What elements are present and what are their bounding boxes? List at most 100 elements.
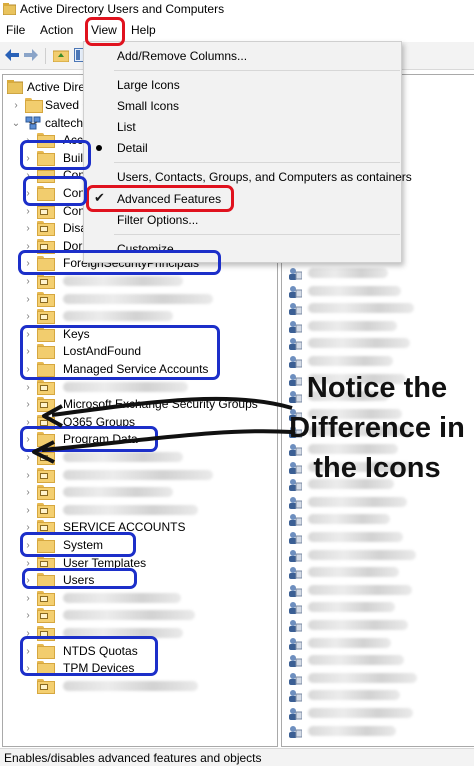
chevron-right-icon[interactable]: › <box>23 206 33 217</box>
annotation-line: Difference in <box>289 412 465 444</box>
user-icon <box>288 689 303 702</box>
list-item[interactable] <box>286 529 474 546</box>
redacted-label <box>308 620 408 630</box>
computers-highlight <box>23 176 87 206</box>
redacted-label <box>308 550 416 560</box>
ou-badge-icon <box>40 613 48 619</box>
list-item[interactable] <box>286 494 474 511</box>
menu-small-icons[interactable]: Small Icons <box>84 96 401 116</box>
redacted-label <box>308 321 397 331</box>
menu-help[interactable]: Help <box>131 23 156 37</box>
arrow-right-icon <box>24 49 38 61</box>
tree-item[interactable]: › <box>3 590 277 607</box>
redacted-label <box>308 567 399 577</box>
tree-item[interactable]: › <box>3 291 277 308</box>
redacted-label <box>63 505 198 515</box>
ou-badge-icon <box>40 508 48 514</box>
redacted-label <box>63 593 181 603</box>
list-item[interactable] <box>286 335 474 352</box>
user-icon <box>288 619 303 632</box>
list-item[interactable] <box>286 300 474 317</box>
back-button[interactable] <box>4 47 20 63</box>
system-highlight <box>20 532 136 557</box>
chevron-right-icon[interactable]: › <box>23 505 33 516</box>
chevron-down-icon[interactable]: ⌄ <box>11 118 21 129</box>
menu-item-label: Large Icons <box>117 78 180 92</box>
forward-button[interactable] <box>23 47 39 63</box>
organizational-unit-icon <box>37 292 55 307</box>
menu-separator <box>114 234 400 235</box>
user-icon <box>288 320 303 333</box>
list-item[interactable] <box>286 652 474 669</box>
list-item[interactable] <box>286 635 474 652</box>
organizational-unit-icon <box>37 503 55 518</box>
radio-bullet-icon <box>96 145 102 151</box>
redacted-label <box>308 602 395 612</box>
list-item[interactable] <box>286 670 474 687</box>
redacted-label <box>63 294 213 304</box>
list-item[interactable] <box>286 687 474 704</box>
menu-large-icons[interactable]: Large Icons <box>84 75 401 95</box>
user-icon <box>288 496 303 509</box>
menu-action[interactable]: Action <box>40 23 73 37</box>
list-item[interactable] <box>286 511 474 528</box>
chevron-right-icon[interactable]: › <box>23 223 33 234</box>
toolbar-separator <box>45 48 46 64</box>
chevron-right-icon[interactable]: › <box>23 294 33 305</box>
view-menu-dropdown: Add/Remove Columns... Large Icons Small … <box>83 41 412 263</box>
up-folder-button[interactable] <box>53 47 69 63</box>
chevron-right-icon[interactable]: › <box>23 593 33 604</box>
menu-item-label: Small Icons <box>117 99 180 113</box>
menu-add-remove-columns[interactable]: Add/Remove Columns... <box>84 46 401 66</box>
tree-item[interactable]: › <box>3 502 277 519</box>
list-item[interactable] <box>286 564 474 581</box>
list-item[interactable] <box>286 599 474 616</box>
menu-item-label: Detail <box>117 141 148 155</box>
menu-view[interactable]: View <box>91 23 117 37</box>
redacted-label <box>308 690 400 700</box>
redacted-label <box>308 303 414 313</box>
menu-item-label: List <box>117 120 136 134</box>
tree-item[interactable] <box>3 678 277 695</box>
tree-item-label: caltech <box>45 116 84 130</box>
user-icon <box>288 707 303 720</box>
list-item[interactable] <box>286 283 474 300</box>
user-icon <box>288 513 303 526</box>
ou-badge-icon <box>40 596 48 602</box>
folder-up-icon <box>53 50 69 62</box>
advanced-features-highlight <box>86 185 234 212</box>
tree-item-label: Con <box>63 204 86 218</box>
tree-item[interactable]: › <box>3 273 277 290</box>
menu-detail[interactable]: Detail <box>84 138 401 158</box>
menu-users-as-containers[interactable]: Users, Contacts, Groups, and Computers a… <box>84 167 412 187</box>
menu-file[interactable]: File <box>6 23 25 37</box>
list-item[interactable] <box>286 547 474 564</box>
status-text: Enables/disables advanced features and o… <box>4 751 262 765</box>
chevron-right-icon[interactable]: › <box>23 311 33 322</box>
tree-item[interactable]: › <box>3 308 277 325</box>
menu-filter-options[interactable]: Filter Options... <box>84 210 401 230</box>
redacted-label <box>308 514 390 524</box>
list-item[interactable] <box>286 318 474 335</box>
chevron-right-icon[interactable]: › <box>11 100 21 111</box>
ou-badge-icon <box>40 279 48 285</box>
title-bar: Active Directory Users and Computers <box>0 0 474 20</box>
tree-item[interactable]: › <box>3 607 277 624</box>
list-item[interactable] <box>286 582 474 599</box>
redacted-label <box>308 286 401 296</box>
domain-icon <box>25 116 41 130</box>
redacted-label <box>308 497 407 507</box>
list-item[interactable] <box>286 705 474 722</box>
list-item[interactable] <box>286 723 474 740</box>
chevron-right-icon[interactable]: › <box>23 610 33 621</box>
menu-list[interactable]: List <box>84 117 401 137</box>
redacted-label <box>308 708 413 718</box>
user-icon <box>288 584 303 597</box>
list-item[interactable] <box>286 265 474 282</box>
annotation-line: the Icons <box>313 452 441 484</box>
chevron-right-icon[interactable]: › <box>23 276 33 287</box>
arrow-left-icon <box>5 49 19 61</box>
ou-badge-icon <box>40 684 48 690</box>
list-item[interactable] <box>286 617 474 634</box>
ntds-tpm-highlight <box>20 636 158 676</box>
